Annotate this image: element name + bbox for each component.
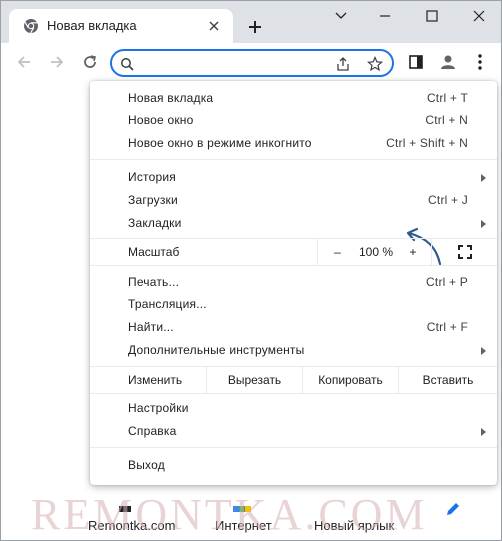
zoom-label: Масштаб: [128, 245, 180, 259]
menu-item-more-tools[interactable]: Дополнительные инструменты: [90, 339, 497, 361]
profile-icon[interactable]: [437, 51, 459, 73]
shortcut-add[interactable]: Новый ярлык: [314, 518, 394, 533]
fullscreen-icon[interactable]: [431, 239, 497, 265]
menu-edit-row: Изменить Вырезать Копировать Вставить: [90, 367, 497, 393]
menu-item-help[interactable]: Справка: [90, 420, 497, 442]
submenu-arrow-icon: [481, 428, 486, 436]
close-icon[interactable]: [205, 17, 223, 35]
minimize-icon[interactable]: [374, 5, 396, 27]
menu-item-history[interactable]: История: [90, 166, 497, 188]
shortcut-remontka[interactable]: Remontka.com: [88, 518, 175, 533]
shortcut-tile-edge: [119, 506, 131, 512]
address-input[interactable]: [142, 54, 322, 72]
more-icon[interactable]: [469, 51, 491, 73]
zoom-in-button[interactable]: +: [395, 239, 431, 265]
zoom-out-button[interactable]: –: [317, 239, 357, 265]
plus-icon[interactable]: [243, 15, 267, 39]
menu-separator: [90, 159, 497, 160]
menu-item-print[interactable]: Печать... Ctrl + P: [90, 271, 497, 293]
copy-button[interactable]: Копировать: [302, 367, 398, 393]
menu-item-new-tab[interactable]: Новая вкладка Ctrl + T: [90, 87, 497, 109]
menu-separator: [90, 447, 497, 448]
submenu-arrow-icon: [481, 174, 486, 182]
forward-icon[interactable]: [46, 51, 68, 73]
menu-item-cast[interactable]: Трансляция...: [90, 293, 497, 315]
paste-button[interactable]: Вставить: [398, 367, 497, 393]
back-icon[interactable]: [13, 51, 35, 73]
tab-title: Новая вкладка: [47, 18, 137, 33]
reload-icon[interactable]: [79, 51, 101, 73]
menu-separator: [90, 265, 497, 266]
search-icon: [118, 55, 136, 73]
menu-item-new-window[interactable]: Новое окно Ctrl + N: [90, 109, 497, 131]
menu-item-find[interactable]: Найти... Ctrl + F: [90, 316, 497, 338]
menu-item-exit[interactable]: Выход: [90, 454, 497, 476]
share-icon[interactable]: [334, 55, 352, 73]
browser-window: Новая вкладка Remontka.com Интернет Новы…: [0, 0, 502, 541]
zoom-value: 100 %: [358, 245, 394, 259]
menu-zoom-row: Масштаб – 100 % +: [90, 239, 497, 265]
tab-new-tab[interactable]: Новая вкладка: [9, 9, 233, 43]
toolbar: [1, 43, 501, 81]
menu-item-downloads[interactable]: Загрузки Ctrl + J: [90, 189, 497, 211]
chrome-menu: Новая вкладка Ctrl + T Новое окно Ctrl +…: [90, 81, 497, 485]
window-close-icon[interactable]: [468, 5, 490, 27]
menu-separator: [90, 393, 497, 394]
maximize-icon[interactable]: [421, 5, 443, 27]
side-panel-icon[interactable]: [405, 51, 427, 73]
shortcut-tile-edge: [233, 506, 251, 512]
menu-item-settings[interactable]: Настройки: [90, 397, 497, 419]
pencil-icon[interactable]: [445, 501, 461, 517]
edit-label: Изменить: [128, 373, 183, 387]
cut-button[interactable]: Вырезать: [206, 367, 302, 393]
shortcuts-row: Remontka.com Интернет Новый ярлык: [1, 506, 501, 536]
shortcut-internet[interactable]: Интернет: [215, 518, 272, 533]
menu-item-bookmarks[interactable]: Закладки: [90, 212, 497, 234]
submenu-arrow-icon: [481, 347, 486, 355]
chevron-down-icon[interactable]: [330, 5, 352, 27]
tab-strip: Новая вкладка: [1, 1, 501, 43]
submenu-arrow-icon: [481, 220, 486, 228]
chrome-icon: [23, 18, 39, 34]
menu-item-incognito[interactable]: Новое окно в режиме инкогнито Ctrl + Shi…: [90, 132, 497, 154]
address-bar[interactable]: [110, 49, 394, 77]
star-icon[interactable]: [366, 55, 384, 73]
